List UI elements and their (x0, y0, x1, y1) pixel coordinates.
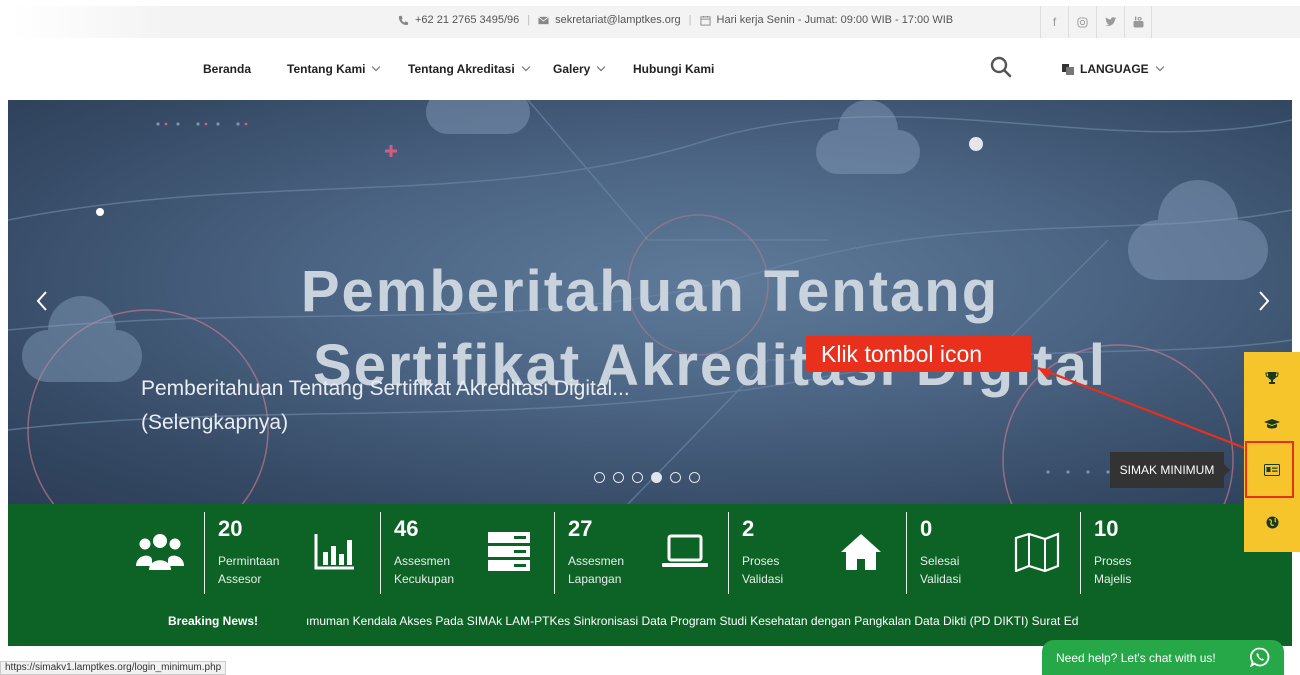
slide-caption-link[interactable]: Pemberitahuan Tentang Sertifikat Akredit… (141, 372, 661, 439)
nav-label: Galery (553, 62, 591, 76)
slider-dot[interactable] (594, 472, 605, 483)
phone-text: +62 21 2765 3495/96 (415, 14, 520, 26)
tooltip-text: SIMAK MINIMUM (1119, 463, 1215, 477)
email-contact[interactable]: sekretariat@lamptkes.org (538, 14, 681, 26)
stat-label-line2: Validasi (742, 572, 784, 586)
nav-label: Hubungi Kami (633, 62, 715, 76)
stat-label-line1: Proses (1094, 554, 1132, 568)
status-bar-url: https://simakv1.lamptkes.org/login_minim… (0, 661, 227, 675)
stat-label-line1: Selesai (920, 554, 960, 568)
bar-chart-icon (314, 534, 354, 570)
stat-value: 27 (568, 516, 593, 541)
contact-info: +62 21 2765 3495/96 | sekretariat@lamptk… (398, 14, 953, 26)
whatsapp-chat-widget[interactable]: Need help? Let's chat with us! (1042, 640, 1284, 675)
slider-dot[interactable] (689, 472, 700, 483)
stat-label-line2: Assesor (218, 572, 262, 586)
topbar-fade (10, 6, 170, 38)
annotation-callout: Klik tombol icon (806, 336, 1031, 372)
whatsapp-icon (1250, 647, 1270, 667)
phone-icon (398, 15, 409, 25)
stat-label-line2: Kecukupan (394, 572, 455, 586)
stat-label: Proses Majelis (1094, 552, 1214, 588)
envelope-icon (538, 15, 549, 24)
stat-label-line2: Lapangan (568, 572, 622, 586)
slider-next-icon[interactable] (1256, 288, 1272, 320)
chevron-down-icon (597, 62, 606, 72)
divider: | (688, 14, 692, 26)
twitter-icon[interactable] (1096, 6, 1124, 38)
divider (1080, 512, 1081, 594)
divider (380, 512, 381, 594)
nav-hubungi-kami[interactable]: Hubungi Kami (633, 62, 714, 76)
chevron-down-icon (1155, 62, 1164, 72)
chevron-down-icon (372, 62, 381, 72)
stat-value: 0 (920, 516, 933, 541)
nav-label: Tentang Akreditasi (408, 62, 515, 76)
nav-tentang-kami[interactable]: Tentang Kami (287, 62, 381, 76)
nav-label: Beranda (203, 62, 252, 76)
stat-value: 2 (742, 516, 755, 541)
stat-label-line2: Majelis (1094, 572, 1132, 586)
divider: | (527, 14, 531, 26)
stat-value: 20 (218, 516, 243, 541)
search-icon[interactable] (990, 56, 1012, 78)
stat-value: 46 (394, 516, 419, 541)
chevron-down-icon (521, 62, 530, 72)
nav-galery[interactable]: Galery (553, 62, 606, 76)
sidebar-tooltip: SIMAK MINIMUM (1110, 452, 1230, 488)
graduation-cap-icon[interactable] (1260, 412, 1284, 436)
statistics-band: 20 Permintaan Assesor 46 Assesmen Kecukupa… (8, 504, 1292, 646)
nav-beranda[interactable]: Beranda (203, 62, 251, 76)
divider (728, 512, 729, 594)
instagram-icon[interactable] (1068, 6, 1096, 38)
map-icon (1014, 532, 1060, 572)
users-icon (136, 534, 184, 570)
breaking-news-bar: Breaking News! ımuman Kendala Akses Pada… (8, 614, 1292, 634)
divider (906, 512, 907, 594)
calendar-icon (699, 15, 711, 26)
chat-label: Need help? Let's chat with us! (1056, 650, 1216, 665)
stat-label-line2: Validasi (920, 572, 962, 586)
trophy-icon[interactable] (1260, 366, 1284, 390)
stat-value: 10 (1094, 516, 1119, 541)
annotation-text: Klik tombol icon (821, 340, 983, 367)
phone-contact: +62 21 2765 3495/96 (398, 14, 519, 26)
laptop-icon (662, 534, 708, 567)
social-links: f (1040, 6, 1152, 38)
stat-label-line1: Assesmen (568, 554, 625, 568)
slider-dot[interactable] (632, 472, 643, 483)
highlight-box (1245, 441, 1294, 498)
slide-title-line1: Pemberitahuan Tentang (300, 259, 1000, 324)
slider-pagination (594, 472, 700, 483)
hours-contact: Hari kerja Senin - Jumat: 09:00 WIB - 17… (699, 14, 954, 26)
hours-text: Hari kerja Senin - Jumat: 09:00 WIB - 17… (716, 14, 954, 26)
slider-dot[interactable] (670, 472, 681, 483)
slider-dot[interactable] (613, 472, 624, 483)
youtube-icon[interactable] (1124, 6, 1152, 38)
server-icon (488, 532, 530, 571)
annotation-arrow (1037, 366, 1251, 452)
language-selector[interactable]: LANGUAGE (1062, 62, 1164, 76)
language-icon (1062, 63, 1074, 75)
slider-dot-active[interactable] (651, 472, 662, 483)
facebook-icon[interactable]: f (1040, 6, 1068, 38)
globe-icon[interactable] (1260, 510, 1284, 534)
nav-label: Tentang Kami (287, 62, 366, 76)
home-icon (841, 534, 881, 570)
email-text: sekretariat@lamptkes.org (555, 14, 681, 26)
stat-label-line1: Assesmen (394, 554, 451, 568)
stat-label-line1: Permintaan (218, 554, 280, 568)
nav-tentang-akreditasi[interactable]: Tentang Akreditasi (408, 62, 530, 76)
breaking-news-label: Breaking News! (168, 614, 259, 628)
divider (554, 512, 555, 594)
slider-prev-icon[interactable] (34, 288, 50, 320)
divider (204, 512, 205, 594)
stat-label-line1: Proses (742, 554, 780, 568)
news-ticker[interactable]: ımuman Kendala Akses Pada SIMAk LAM-PTKe… (306, 614, 1162, 628)
language-label: LANGUAGE (1080, 62, 1149, 76)
